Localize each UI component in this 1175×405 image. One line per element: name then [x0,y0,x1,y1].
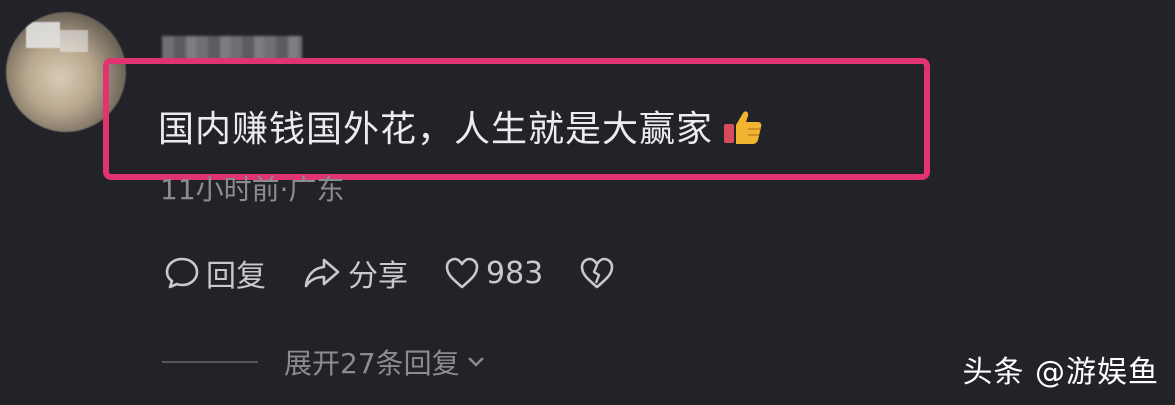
comment-text: 国内赚钱国外花，人生就是大赢家 [158,109,714,150]
comment-meta: 11小时前·广东 [160,173,345,206]
comment-actions: 回复 分享 983 [164,250,657,296]
avatar-blur-block [60,30,88,52]
chevron-down-icon [467,357,484,367]
avatar-blur-block [26,22,60,48]
like-button[interactable]: 983 [444,256,543,291]
dislike-button[interactable] [579,256,621,290]
heart-icon [445,257,479,289]
broken-heart-icon [580,257,614,289]
watermark: 头条 @游娱鱼 [962,355,1159,390]
share-button[interactable]: 分享 [302,251,408,295]
divider-line [162,361,258,363]
reply-label: 回复 [206,259,266,294]
comment-bubble-icon [165,257,199,289]
share-label: 分享 [348,259,408,294]
like-count: 983 [486,255,544,291]
comment-body: 国内赚钱国外花，人生就是大赢家 [158,108,763,152]
reply-button[interactable]: 回复 [164,251,266,295]
expand-replies[interactable]: 展开27条回复 [162,342,486,382]
share-arrow-icon [304,258,340,288]
expand-replies-label: 展开27条回复 [284,347,460,380]
thumbs-up-icon [724,111,762,144]
